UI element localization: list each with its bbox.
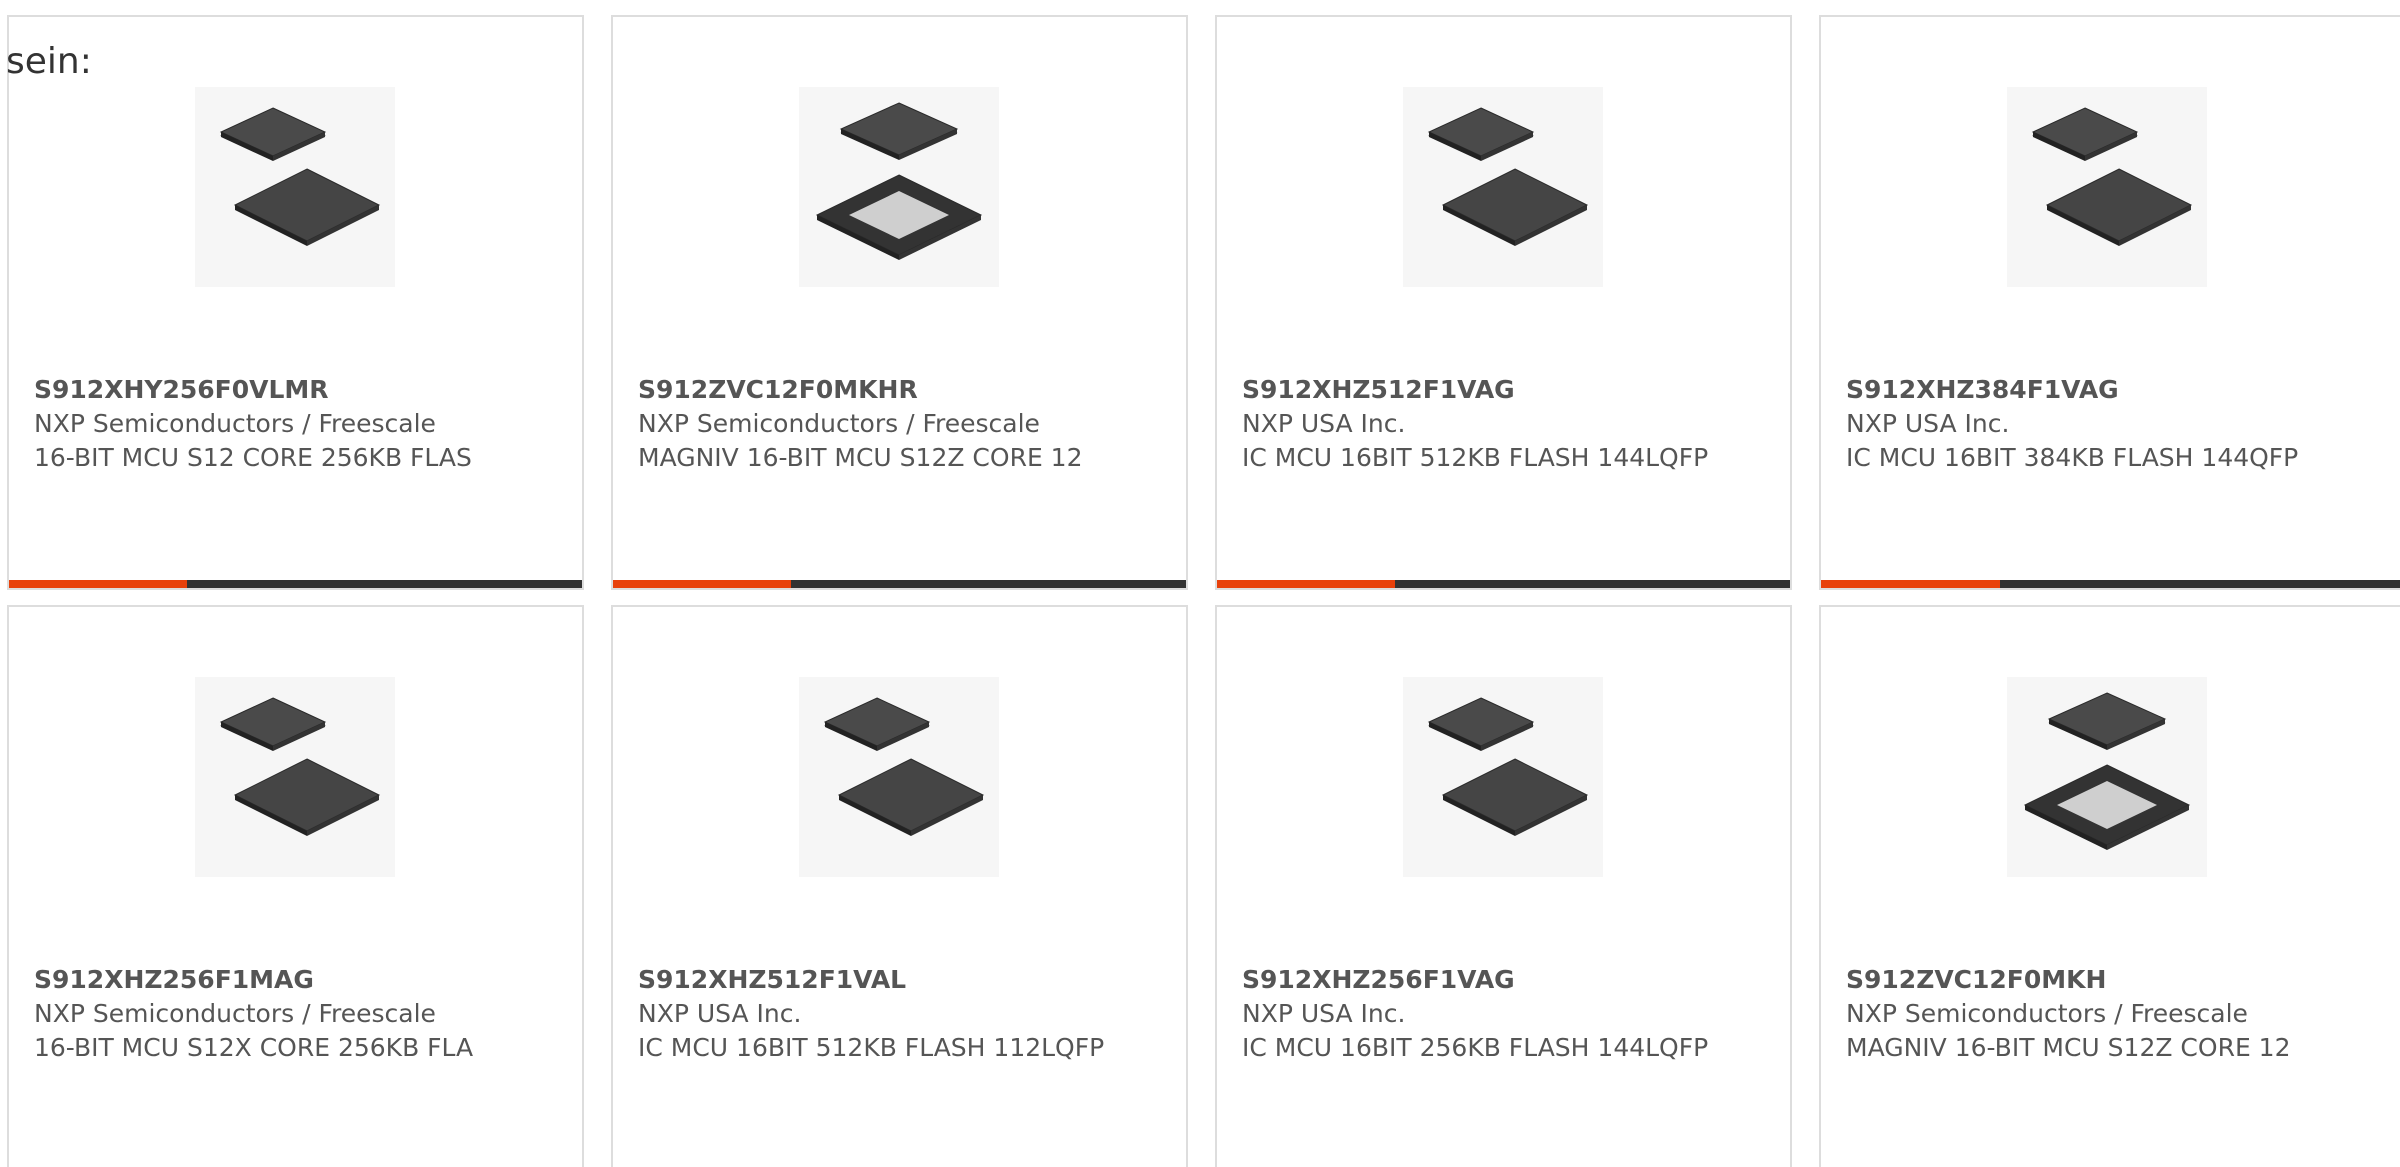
manufacturer-name: NXP USA Inc.	[638, 999, 802, 1028]
product-description: MAGNIV 16-BIT MCU S12Z CORE 12	[638, 443, 1083, 472]
manufacturer-name: NXP Semiconductors / Freescale	[34, 999, 436, 1028]
manufacturer-name: NXP USA Inc.	[1242, 409, 1406, 438]
chip-package-icon	[799, 677, 999, 877]
product-description: 16-BIT MCU S12X CORE 256KB FLA	[34, 1033, 474, 1062]
product-card[interactable]: S912ZVC12F0MKHR NXP Semiconductors / Fre…	[611, 15, 1188, 590]
card-progress-fill	[1821, 580, 2001, 588]
manufacturer-name: NXP USA Inc.	[1846, 409, 2010, 438]
part-number-link[interactable]: S912XHZ512F1VAL	[638, 963, 1108, 997]
chip-package-icon	[1403, 677, 1603, 877]
chip-package-icon	[2007, 87, 2207, 287]
part-number-link[interactable]: S912XHY256F0VLMR	[34, 373, 504, 407]
card-progress-fill	[613, 580, 791, 588]
part-number-link[interactable]: S912XHZ512F1VAG	[1242, 373, 1712, 407]
manufacturer-name: NXP Semiconductors / Freescale	[1846, 999, 2248, 1028]
product-card[interactable]: S912XHZ512F1VAG NXP USA Inc. IC MCU 16BI…	[1215, 15, 1792, 590]
chip-package-icon	[1403, 87, 1603, 287]
chip-package-exploded-icon	[2007, 677, 2207, 877]
product-description: 16-BIT MCU S12 CORE 256KB FLAS	[34, 443, 472, 472]
product-card[interactable]: S912XHY256F0VLMR NXP Semiconductors / Fr…	[7, 15, 584, 590]
intro-text: sein:	[6, 41, 92, 82]
chip-package-icon	[195, 87, 395, 287]
card-progress-fill	[9, 580, 187, 588]
product-description: IC MCU 16BIT 512KB FLASH 112LQFP	[638, 1033, 1105, 1062]
part-number-link[interactable]: S912ZVC12F0MKHR	[638, 373, 1108, 407]
product-grid-page: sein: S912XHY256F0VLMR NXP Semiconductor…	[0, 0, 2400, 1167]
part-number-link[interactable]: S912XHZ256F1MAG	[34, 963, 504, 997]
product-card[interactable]: S912XHZ384F1VAG NXP USA Inc. IC MCU 16BI…	[1819, 15, 2400, 590]
manufacturer-name: NXP Semiconductors / Freescale	[638, 409, 1040, 438]
product-description: IC MCU 16BIT 384KB FLASH 144QFP	[1846, 443, 2299, 472]
part-number-link[interactable]: S912XHZ384F1VAG	[1846, 373, 2316, 407]
product-card[interactable]: S912XHZ256F1VAG NXP USA Inc. IC MCU 16BI…	[1215, 605, 1792, 1167]
product-description: IC MCU 16BIT 512KB FLASH 144LQFP	[1242, 443, 1709, 472]
part-number-link[interactable]: S912XHZ256F1VAG	[1242, 963, 1712, 997]
chip-package-exploded-icon	[799, 87, 999, 287]
part-number-link[interactable]: S912ZVC12F0MKH	[1846, 963, 2316, 997]
card-progress-fill	[1217, 580, 1395, 588]
product-description: IC MCU 16BIT 256KB FLASH 144LQFP	[1242, 1033, 1709, 1062]
product-card[interactable]: S912XHZ256F1MAG NXP Semiconductors / Fre…	[7, 605, 584, 1167]
card-progress-bar	[9, 580, 582, 588]
card-progress-bar	[613, 580, 1186, 588]
product-card[interactable]: S912XHZ512F1VAL NXP USA Inc. IC MCU 16BI…	[611, 605, 1188, 1167]
product-card[interactable]: S912ZVC12F0MKH NXP Semiconductors / Free…	[1819, 605, 2400, 1167]
manufacturer-name: NXP Semiconductors / Freescale	[34, 409, 436, 438]
manufacturer-name: NXP USA Inc.	[1242, 999, 1406, 1028]
product-description: MAGNIV 16-BIT MCU S12Z CORE 12	[1846, 1033, 2291, 1062]
card-progress-bar	[1821, 580, 2400, 588]
chip-package-icon	[195, 677, 395, 877]
card-progress-bar	[1217, 580, 1790, 588]
